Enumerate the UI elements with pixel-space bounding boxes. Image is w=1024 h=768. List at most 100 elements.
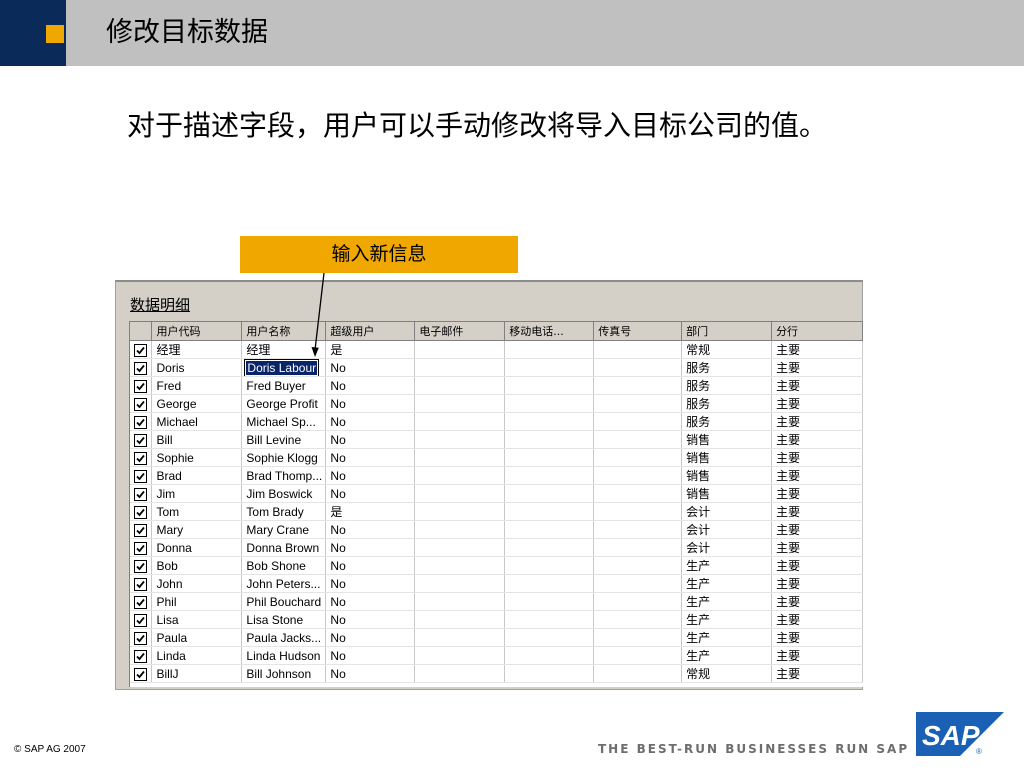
table-cell[interactable] xyxy=(504,610,595,629)
table-cell[interactable]: John Peters... xyxy=(241,574,327,593)
table-cell[interactable]: Lisa Stone xyxy=(241,610,327,629)
column-header[interactable]: 用户代码 xyxy=(151,322,243,341)
table-row[interactable]: Brad Brad Thomp... No 销售 主要 xyxy=(130,466,863,485)
column-header[interactable]: 超级用户 xyxy=(325,322,416,341)
table-cell[interactable]: No xyxy=(325,376,416,395)
row-checkbox[interactable] xyxy=(130,502,153,521)
checked-checkbox-icon[interactable] xyxy=(134,469,148,483)
table-cell[interactable] xyxy=(593,574,683,593)
table-cell[interactable]: No xyxy=(325,520,416,539)
table-row[interactable]: Michael Michael Sp... No 服务 主要 xyxy=(130,412,863,431)
checked-checkbox-icon[interactable] xyxy=(134,397,148,411)
table-cell[interactable] xyxy=(593,520,683,539)
row-checkbox[interactable] xyxy=(130,340,153,359)
table-row[interactable]: George George Profit No 服务 主要 xyxy=(130,394,863,413)
table-cell[interactable]: Mary Crane xyxy=(241,520,327,539)
table-cell[interactable]: 生产 xyxy=(681,646,773,665)
table-cell[interactable]: Bill xyxy=(151,430,243,449)
checked-checkbox-icon[interactable] xyxy=(134,667,148,681)
table-cell[interactable]: No xyxy=(325,412,416,431)
table-cell[interactable]: 生产 xyxy=(681,610,773,629)
table-cell[interactable]: Michael Sp... xyxy=(241,412,327,431)
row-checkbox[interactable] xyxy=(130,430,153,449)
table-cell[interactable]: 生产 xyxy=(681,574,773,593)
checked-checkbox-icon[interactable] xyxy=(134,649,148,663)
row-checkbox[interactable] xyxy=(130,574,153,593)
table-row[interactable]: Fred Fred Buyer No 服务 主要 xyxy=(130,376,863,395)
checked-checkbox-icon[interactable] xyxy=(134,523,148,537)
table-cell[interactable]: George Profit xyxy=(241,394,327,413)
column-header[interactable]: 用户名称 xyxy=(241,322,327,341)
table-cell[interactable] xyxy=(414,394,506,413)
table-cell[interactable]: Phil Bouchard xyxy=(241,592,327,611)
table-cell[interactable]: 主要 xyxy=(771,538,863,557)
table-cell[interactable]: 主要 xyxy=(771,340,863,359)
table-cell[interactable] xyxy=(414,430,506,449)
table-cell[interactable] xyxy=(414,556,506,575)
table-cell[interactable] xyxy=(504,574,595,593)
row-checkbox[interactable] xyxy=(130,376,153,395)
table-cell[interactable]: No xyxy=(325,664,416,683)
column-header[interactable]: 部门 xyxy=(681,322,773,341)
table-cell[interactable]: 主要 xyxy=(771,610,863,629)
table-cell[interactable] xyxy=(504,592,595,611)
table-cell[interactable]: 主要 xyxy=(771,520,863,539)
table-cell[interactable] xyxy=(504,556,595,575)
table-cell[interactable]: No xyxy=(325,466,416,485)
checked-checkbox-icon[interactable] xyxy=(134,487,148,501)
checked-checkbox-icon[interactable] xyxy=(134,595,148,609)
table-cell[interactable]: 生产 xyxy=(681,592,773,611)
table-cell[interactable]: Brad xyxy=(151,466,243,485)
table-cell[interactable]: No xyxy=(325,430,416,449)
table-row[interactable]: BillJ Bill Johnson No 常规 主要 xyxy=(130,664,863,683)
table-row[interactable]: Jim Jim Boswick No 销售 主要 xyxy=(130,484,863,503)
table-cell[interactable]: 销售 xyxy=(681,448,773,467)
table-cell[interactable] xyxy=(504,502,595,521)
table-cell[interactable] xyxy=(593,628,683,647)
table-cell[interactable] xyxy=(504,520,595,539)
table-cell[interactable] xyxy=(593,610,683,629)
table-cell[interactable] xyxy=(414,502,506,521)
table-cell[interactable]: 常规 xyxy=(681,664,773,683)
table-cell[interactable] xyxy=(504,394,595,413)
table-cell[interactable] xyxy=(414,484,506,503)
table-row[interactable]: Lisa Lisa Stone No 生产 主要 xyxy=(130,610,863,629)
table-cell[interactable]: No xyxy=(325,358,416,377)
row-checkbox[interactable] xyxy=(130,484,153,503)
column-header[interactable]: 电子邮件 xyxy=(414,322,506,341)
table-cell[interactable] xyxy=(504,340,595,359)
checked-checkbox-icon[interactable] xyxy=(134,541,148,555)
column-header[interactable]: 分行 xyxy=(771,322,863,341)
table-cell[interactable]: 服务 xyxy=(681,376,773,395)
table-cell[interactable]: 主要 xyxy=(771,394,863,413)
table-cell[interactable] xyxy=(414,646,506,665)
table-cell[interactable]: No xyxy=(325,610,416,629)
table-cell[interactable]: 主要 xyxy=(771,502,863,521)
table-cell[interactable]: 是 xyxy=(325,340,416,359)
table-row[interactable]: Bob Bob Shone No 生产 主要 xyxy=(130,556,863,575)
table-cell[interactable]: No xyxy=(325,556,416,575)
table-cell[interactable] xyxy=(414,412,506,431)
table-row[interactable]: Bill Bill Levine No 销售 主要 xyxy=(130,430,863,449)
table-cell[interactable]: 主要 xyxy=(771,592,863,611)
table-cell[interactable]: No xyxy=(325,592,416,611)
table-cell[interactable] xyxy=(504,538,595,557)
checked-checkbox-icon[interactable] xyxy=(134,433,148,447)
checked-checkbox-icon[interactable] xyxy=(134,451,148,465)
table-cell[interactable]: Jim xyxy=(151,484,243,503)
table-cell[interactable] xyxy=(504,664,595,683)
table-cell[interactable] xyxy=(504,484,595,503)
checked-checkbox-icon[interactable] xyxy=(134,361,148,375)
table-row[interactable]: Mary Mary Crane No 会计 主要 xyxy=(130,520,863,539)
table-cell[interactable]: 销售 xyxy=(681,466,773,485)
table-row[interactable]: Tom Tom Brady 是 会计 主要 xyxy=(130,502,863,521)
row-checkbox[interactable] xyxy=(130,646,153,665)
row-checkbox[interactable] xyxy=(130,448,153,467)
table-cell[interactable]: No xyxy=(325,628,416,647)
table-cell[interactable]: Fred xyxy=(151,376,243,395)
table-cell[interactable]: Fred Buyer xyxy=(241,376,327,395)
table-cell[interactable] xyxy=(414,628,506,647)
checked-checkbox-icon[interactable] xyxy=(134,505,148,519)
table-cell[interactable]: Mary xyxy=(151,520,243,539)
table-row[interactable]: Sophie Sophie Klogg No 销售 主要 xyxy=(130,448,863,467)
